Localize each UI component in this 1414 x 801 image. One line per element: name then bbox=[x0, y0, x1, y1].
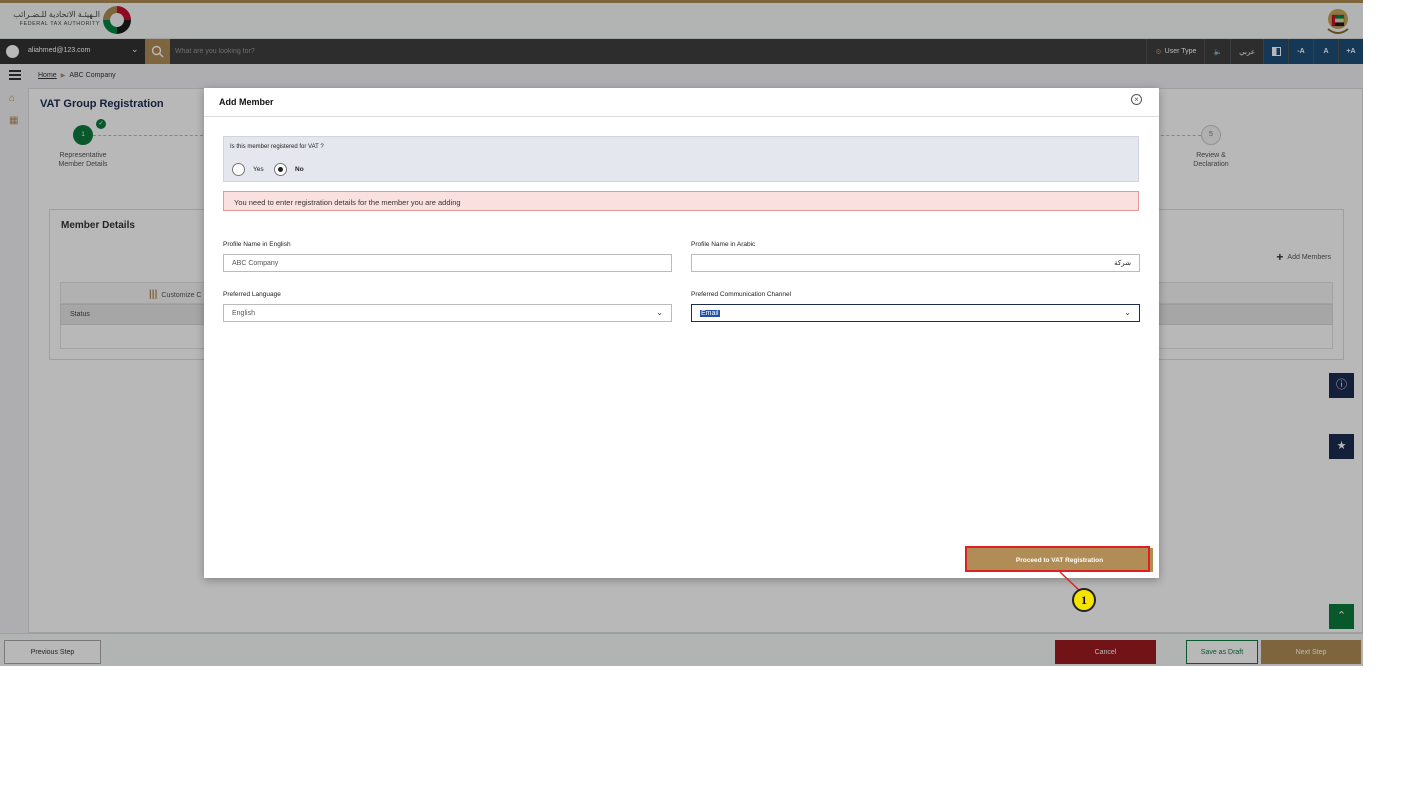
annotation-callout-badge: 1 bbox=[1072, 588, 1096, 612]
app-window: الـهيئـة الاتحادية للـضـرائب FEDERAL TAX… bbox=[0, 0, 1363, 666]
annotation-pointer-line bbox=[1059, 571, 1081, 592]
